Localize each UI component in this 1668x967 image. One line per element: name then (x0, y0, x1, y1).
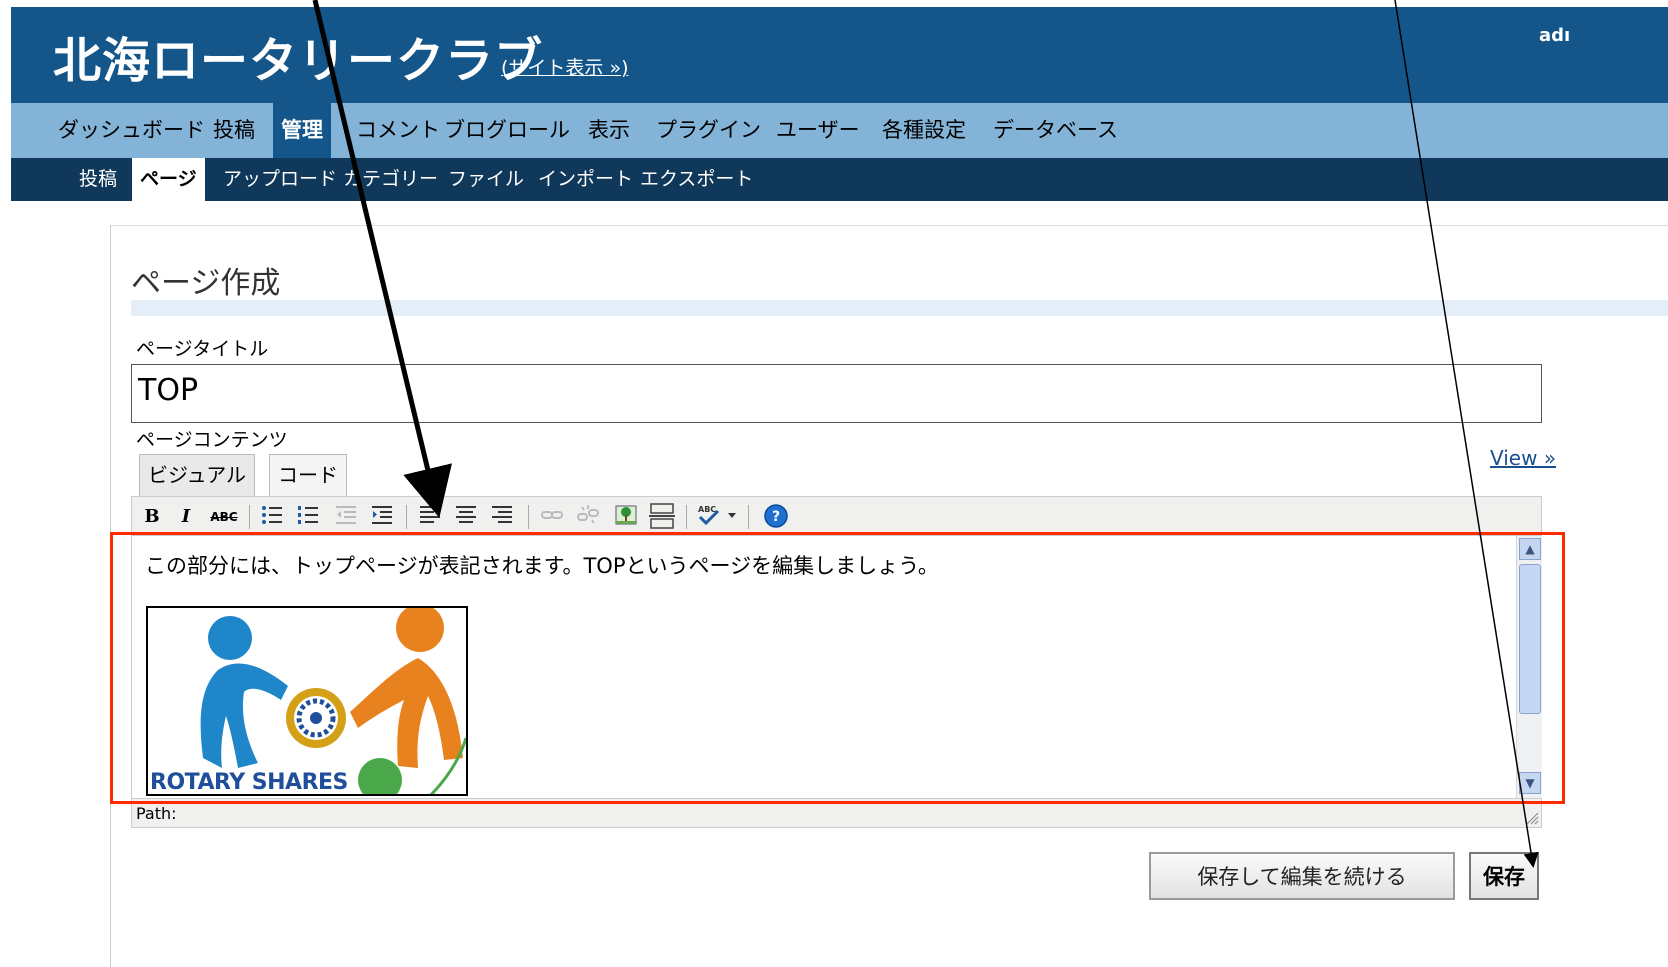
content-label: ページコンテンツ (136, 429, 288, 451)
image-caption: ROTARY SHARES (150, 770, 348, 795)
subnav-item-export[interactable]: エクスポート (640, 158, 753, 201)
align-center-icon[interactable] (452, 503, 480, 531)
image-icon[interactable] (612, 503, 640, 531)
bullet-list-icon[interactable] (258, 503, 286, 531)
nav-item-dashboard[interactable]: ダッシュボード (58, 103, 205, 158)
tab-code[interactable]: コード (269, 454, 347, 497)
more-break-icon[interactable] (648, 503, 676, 531)
heading-divider (131, 300, 1668, 316)
page: 北海ロータリークラブ (サイト表示 ») adı ダッシュボード 投稿 管理 コ… (0, 0, 1668, 967)
nav-item-options[interactable]: 各種設定 (882, 103, 966, 158)
scroll-thumb[interactable] (1519, 564, 1541, 714)
rotary-shares-logo (200, 608, 466, 794)
subnav-item-pages[interactable]: ページ (132, 158, 205, 201)
indent-icon[interactable] (368, 503, 396, 531)
subnav-item-import[interactable]: インポート (538, 158, 633, 201)
resize-handle-icon[interactable] (1525, 811, 1539, 825)
nav-item-comments[interactable]: コメント (356, 103, 440, 158)
svg-text:ABC: ABC (698, 505, 716, 514)
editor-text[interactable]: この部分には、トップページが表記されます。TOPというページを編集しましょう。 (145, 550, 939, 580)
toolbar-separator (686, 505, 687, 529)
italic-icon[interactable]: I (172, 503, 200, 531)
page-title-input[interactable]: TOP (131, 364, 1542, 423)
numbered-list-icon[interactable] (294, 503, 322, 531)
subnav-item-categories[interactable]: カテゴリー (343, 158, 438, 201)
site-view-link[interactable]: (サイト表示 ») (501, 53, 629, 80)
toolbar-separator (748, 505, 749, 529)
view-link[interactable]: View » (1490, 446, 1556, 470)
page-title: ページ作成 (131, 266, 281, 301)
nav-item-write[interactable]: 投稿 (213, 103, 255, 158)
tab-visual[interactable]: ビジュアル (139, 454, 255, 497)
unlink-icon[interactable] (574, 503, 602, 531)
subnav-item-files[interactable]: ファイル (448, 158, 524, 201)
nav-item-database[interactable]: データベース (993, 103, 1118, 158)
nav-item-plugins[interactable]: プラグイン (656, 103, 761, 158)
subnav-item-posts[interactable]: 投稿 (79, 158, 117, 201)
user-name[interactable]: adı (1539, 25, 1570, 46)
toolbar-separator (528, 505, 529, 529)
scroll-down-icon[interactable]: ▼ (1519, 772, 1541, 794)
editor-scrollbar[interactable]: ▲ ▼ (1516, 536, 1542, 798)
nav-item-users[interactable]: ユーザー (776, 103, 860, 158)
strikethrough-icon[interactable]: ABC (210, 503, 238, 531)
toolbar-separator (406, 505, 407, 529)
nav-item-presentation[interactable]: 表示 (588, 103, 630, 158)
link-icon[interactable] (538, 503, 566, 531)
path-label: Path: (136, 804, 177, 823)
align-right-icon[interactable] (488, 503, 516, 531)
nav-item-blogroll[interactable]: ブログロール (444, 103, 570, 158)
save-button[interactable]: 保存 (1469, 852, 1539, 900)
editor-pathbar: Path: (131, 798, 1542, 828)
site-title: 北海ロータリークラブ (53, 33, 544, 89)
editor-toolbar: B I ABC ABC ? (131, 496, 1542, 536)
subnav-item-uploads[interactable]: アップロード (223, 158, 337, 201)
scroll-up-icon[interactable]: ▲ (1519, 538, 1541, 560)
toolbar-separator (249, 505, 250, 529)
align-left-icon[interactable] (416, 503, 444, 531)
save-and-continue-button[interactable]: 保存して編集を続ける (1149, 852, 1455, 900)
bold-icon[interactable]: B (138, 503, 166, 531)
title-label: ページタイトル (136, 338, 269, 360)
primary-nav: ダッシュボード 投稿 管理 コメント ブログロール 表示 プラグイン ユーザー … (11, 103, 1668, 158)
spellcheck-icon[interactable]: ABC (694, 503, 742, 531)
svg-text:?: ? (772, 509, 780, 525)
help-icon[interactable]: ? (762, 503, 790, 531)
rotary-shares-image[interactable]: ROTARY SHARES (146, 606, 468, 796)
secondary-nav: 投稿 ページ アップロード カテゴリー ファイル インポート エクスポート (11, 158, 1668, 201)
outdent-icon[interactable] (332, 503, 360, 531)
nav-item-manage[interactable]: 管理 (273, 103, 331, 158)
site-header: 北海ロータリークラブ (サイト表示 ») adı (11, 7, 1668, 103)
